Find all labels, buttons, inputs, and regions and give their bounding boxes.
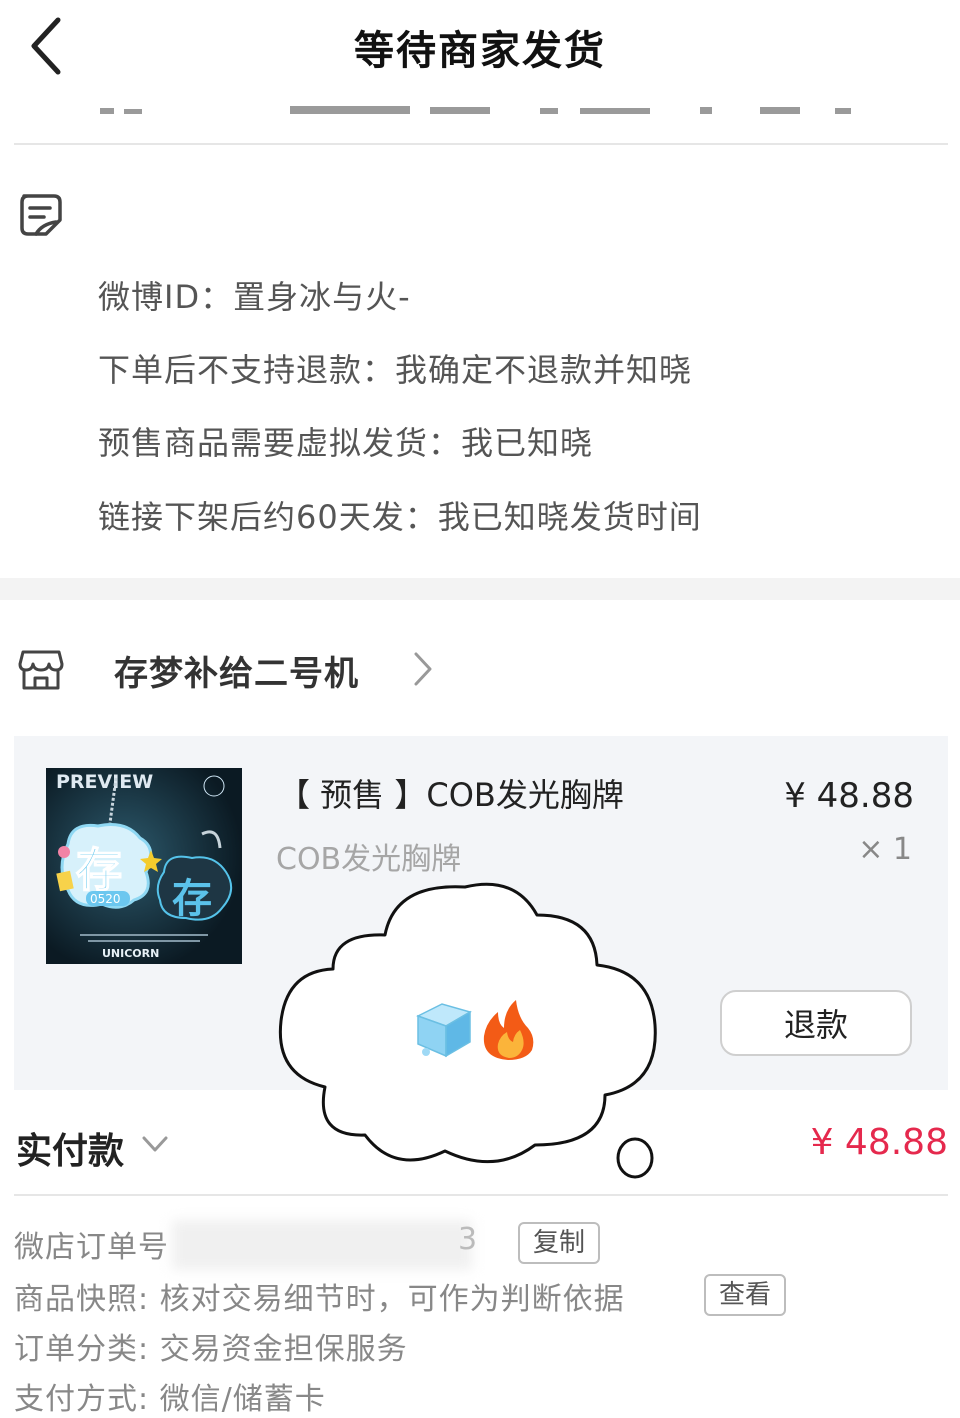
payment-method: 支付方式: 微信/储蓄卡: [14, 1382, 326, 1417]
paid-amount: ¥ 48.88: [810, 1122, 948, 1163]
product-price: ¥ 48.88: [784, 776, 914, 816]
chevron-down-icon[interactable]: [140, 1130, 170, 1158]
refund-button[interactable]: 退款: [720, 990, 912, 1056]
shop-name[interactable]: 存梦补给二号机: [114, 646, 359, 695]
divider: [14, 1194, 948, 1196]
thumb-preview-text: PREVIEW: [56, 771, 153, 793]
thumb-second-char: 存: [172, 876, 212, 922]
snapshot-text: 商品快照: 核对交易细节时，可作为判断依据: [14, 1282, 625, 1317]
order-number-tail: 3: [458, 1222, 479, 1257]
redacted-order-number: [172, 1220, 472, 1270]
page-title: 等待商家发货: [354, 28, 606, 74]
shop-icon: [18, 650, 64, 690]
paid-label[interactable]: 实付款: [16, 1122, 124, 1174]
product-spec: COB发光胸牌: [276, 842, 462, 877]
section-separator: [0, 578, 960, 600]
remark-shipping-time: 链接下架后约60天发：我已知晓发货时间: [98, 498, 702, 536]
thumb-number: 0520: [90, 892, 121, 906]
product-thumbnail[interactable]: PREVIEW 存 0520 存 UNICORN: [46, 768, 242, 964]
copy-button[interactable]: 复制: [518, 1222, 600, 1264]
remark-presale: 预售商品需要虚拟发货：我已知晓: [98, 424, 594, 462]
product-quantity: × 1: [858, 832, 912, 867]
view-snapshot-button[interactable]: 查看: [704, 1274, 786, 1316]
thumb-main-char: 存: [76, 843, 122, 897]
divider: [14, 143, 948, 145]
emoji-ice-fire: [412, 998, 542, 1062]
scrolled-text-remnant: [100, 106, 851, 114]
remark-weibo-id: 微博ID：置身冰与火-: [98, 278, 411, 316]
chevron-right-icon[interactable]: [410, 650, 436, 688]
thumb-brand: UNICORN: [102, 947, 159, 960]
remark-no-refund: 下单后不支持退款：我确定不退款并知晓: [98, 351, 693, 389]
order-category: 订单分类: 交易资金担保服务: [14, 1332, 408, 1367]
remark-icon: [20, 194, 62, 236]
product-title[interactable]: 【 预售 】COB发光胸牌: [278, 770, 624, 816]
order-number-label: 微店订单号: [14, 1230, 169, 1265]
